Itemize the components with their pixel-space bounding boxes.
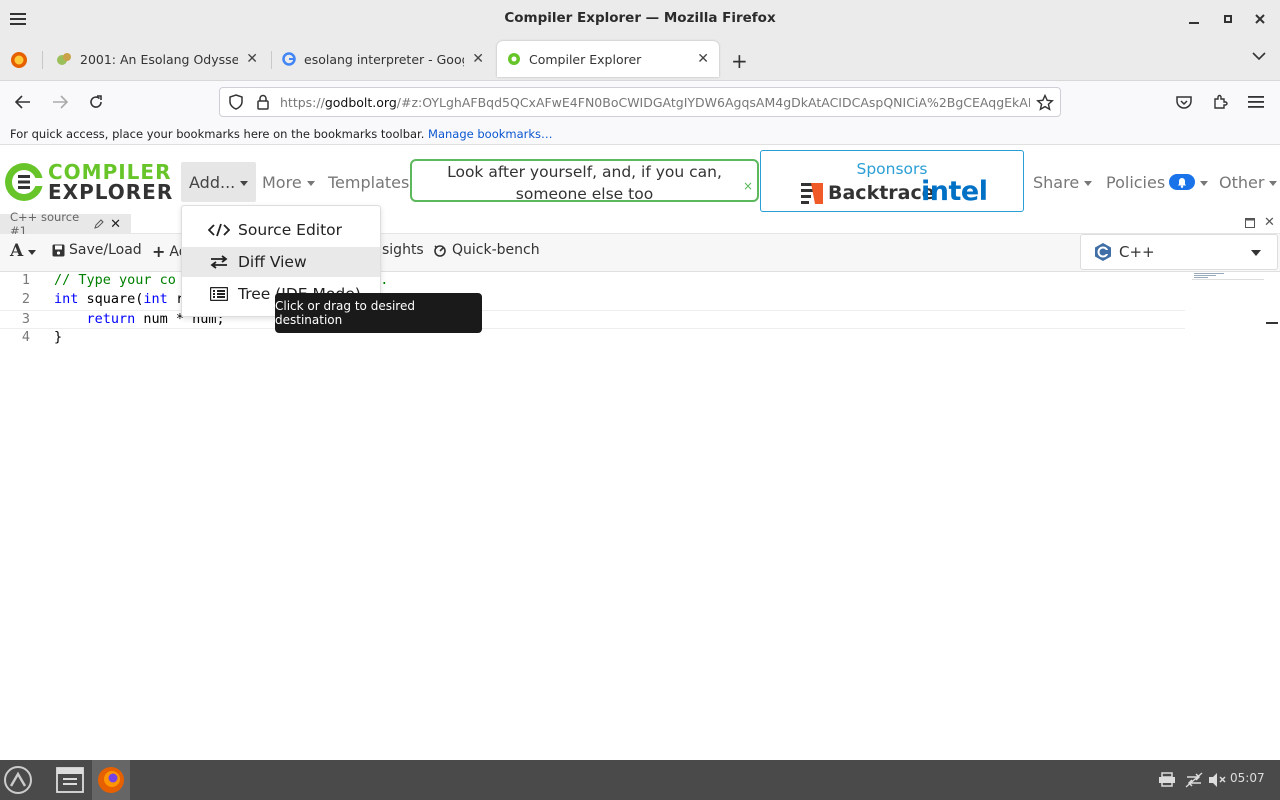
drag-tooltip: Click or drag to desired destination	[275, 293, 482, 333]
new-tab-plus-icon[interactable]: +	[731, 49, 748, 73]
code-line: 4 }	[21, 329, 63, 345]
forward-arrow-icon[interactable]	[49, 91, 71, 113]
tab-strip: 2001: An Esolang Odyssey - Eso ✕ esolang…	[0, 37, 1280, 81]
bookmark-star-icon[interactable]	[1036, 94, 1054, 112]
navigation-toolbar: https://godbolt.org/#z:OYLghAFBqd5QCxAFw…	[0, 81, 1280, 123]
printer-icon[interactable]	[1158, 772, 1176, 787]
templates-button[interactable]: Templates	[320, 162, 417, 202]
google-favicon-icon	[282, 52, 296, 66]
tab-label: Compiler Explorer	[529, 51, 642, 67]
minimap[interactable]	[1192, 272, 1264, 280]
quick-bench-button[interactable]: Quick-bench	[432, 242, 540, 258]
ce-navbar: COMPILER EXPLORER Add... More Templates …	[0, 146, 1280, 214]
url-bar[interactable]: https://godbolt.org/#z:OYLghAFBqd5QCxAFw…	[219, 87, 1061, 117]
close-window-icon[interactable]	[1250, 9, 1270, 29]
menu-item-source-editor[interactable]: Source Editor	[182, 215, 380, 245]
network-icon[interactable]	[1185, 772, 1203, 788]
esolang-favicon-icon	[56, 51, 72, 67]
sponsor-intel: intel	[921, 176, 988, 207]
window-titlebar: Compiler Explorer — Mozilla Firefox	[0, 0, 1280, 37]
caret-down-icon	[306, 180, 315, 186]
policies-menu-button[interactable]: Policies	[1098, 162, 1216, 202]
bookmarks-toolbar: For quick access, place your bookmarks h…	[0, 123, 1280, 145]
close-tab-icon[interactable]: ✕	[697, 51, 709, 67]
code-line: 2 int square(int r	[21, 291, 185, 307]
code-line: 3 return num * num;	[0, 310, 1185, 329]
maximize-icon[interactable]	[1218, 9, 1238, 29]
close-pane-icon[interactable]: ✕	[110, 217, 121, 232]
close-panel-icon[interactable]: ✕	[1264, 215, 1275, 230]
editor-pane-tab[interactable]: C++ source #1 ✕	[0, 210, 131, 238]
sponsors-box[interactable]: Sponsors Backtrace intel	[760, 150, 1024, 212]
firefox-icon	[98, 767, 124, 793]
backtrace-logo-icon	[801, 183, 823, 204]
save-load-button[interactable]: Save/Load	[52, 242, 142, 258]
minimize-icon[interactable]	[1184, 9, 1204, 29]
compiler-explorer-favicon-icon	[507, 52, 521, 66]
font-size-button[interactable]: A	[10, 241, 37, 261]
close-tab-icon[interactable]: ✕	[472, 51, 484, 67]
app-menu-hamburger-icon[interactable]	[1245, 91, 1267, 113]
sponsor-backtrace: Backtrace	[828, 182, 935, 204]
stopwatch-icon	[432, 243, 448, 258]
logo-line-2: EXPLORER	[48, 180, 174, 204]
cpp-insights-button[interactable]: sights	[382, 242, 424, 258]
tab-google-search[interactable]: esolang interpreter - Google Sea ✕	[272, 41, 494, 77]
tab-esolang-odyssey[interactable]: 2001: An Esolang Odyssey - Eso ✕	[46, 41, 268, 77]
clock[interactable]: 05:07	[1230, 771, 1265, 785]
floppy-disk-icon	[52, 244, 65, 257]
caret-down-icon	[1251, 250, 1261, 256]
caret-down-icon	[28, 249, 37, 255]
start-menu-icon[interactable]	[3, 765, 33, 795]
ce-gear-icon	[5, 163, 45, 201]
tab-label: esolang interpreter - Google Sea	[304, 51, 464, 67]
code-line: 1 // Type your cople.	[21, 272, 389, 288]
rename-pencil-icon[interactable]	[94, 219, 104, 229]
extensions-puzzle-icon[interactable]	[1209, 91, 1231, 113]
bookmarks-hint-text: For quick access, place your bookmarks h…	[10, 127, 425, 141]
compiler-explorer-logo[interactable]: COMPILER EXPLORER	[2, 158, 172, 206]
motd-banner: Look after yourself, and, if you can, so…	[410, 159, 759, 203]
pocket-icon[interactable]	[1173, 91, 1195, 113]
code-icon	[208, 223, 230, 237]
file-manager-icon[interactable]	[55, 766, 85, 794]
lock-icon[interactable]	[256, 94, 270, 110]
manage-bookmarks-link[interactable]: Manage bookmarks…	[428, 127, 553, 141]
language-label: C++	[1119, 243, 1155, 261]
window-title: Compiler Explorer — Mozilla Firefox	[504, 10, 776, 26]
caret-down-icon	[240, 180, 249, 186]
desktop-taskbar: 05:07	[0, 760, 1280, 800]
tab-label: 2001: An Esolang Odyssey - Eso	[80, 51, 239, 67]
back-arrow-icon[interactable]	[12, 91, 34, 113]
add-menu-button[interactable]: Add...	[181, 162, 257, 202]
close-tab-icon[interactable]: ✕	[246, 51, 258, 67]
bell-icon	[1169, 174, 1196, 190]
tab-compiler-explorer[interactable]: Compiler Explorer ✕	[497, 41, 719, 77]
share-menu-button[interactable]: Share	[1025, 162, 1100, 202]
firefox-view-icon[interactable]	[10, 51, 28, 69]
tree-list-icon	[208, 287, 230, 301]
tracking-protection-shield-icon[interactable]	[228, 94, 244, 110]
motd-close-icon[interactable]: ×	[743, 175, 753, 197]
caret-down-icon	[1269, 180, 1278, 186]
caret-down-icon	[1084, 180, 1093, 186]
diff-arrows-icon	[208, 255, 230, 269]
code-editor[interactable]: 1 // Type your cople. 2 int square(int r…	[0, 272, 1280, 760]
reload-icon[interactable]	[85, 91, 107, 113]
maximize-pane-icon[interactable]	[1245, 218, 1255, 228]
caret-down-icon	[1200, 180, 1209, 186]
plus-icon: +	[152, 242, 166, 261]
url-text: https://godbolt.org/#z:OYLghAFBqd5QCxAFw…	[280, 94, 1030, 110]
firefox-taskbar-button[interactable]	[92, 760, 130, 800]
motd-text: Look after yourself, and, if you can, so…	[447, 163, 722, 203]
scrollbar-marker[interactable]	[1266, 322, 1278, 324]
language-select[interactable]: C++	[1080, 234, 1278, 270]
menu-item-diff-view[interactable]: Diff View	[182, 247, 380, 277]
volume-muted-icon[interactable]	[1208, 772, 1226, 788]
list-all-tabs-chevron-down-icon[interactable]	[1252, 51, 1266, 61]
cpp-logo-icon	[1093, 242, 1113, 262]
other-menu-button[interactable]: Other	[1211, 162, 1280, 202]
more-menu-button[interactable]: More	[254, 162, 323, 202]
